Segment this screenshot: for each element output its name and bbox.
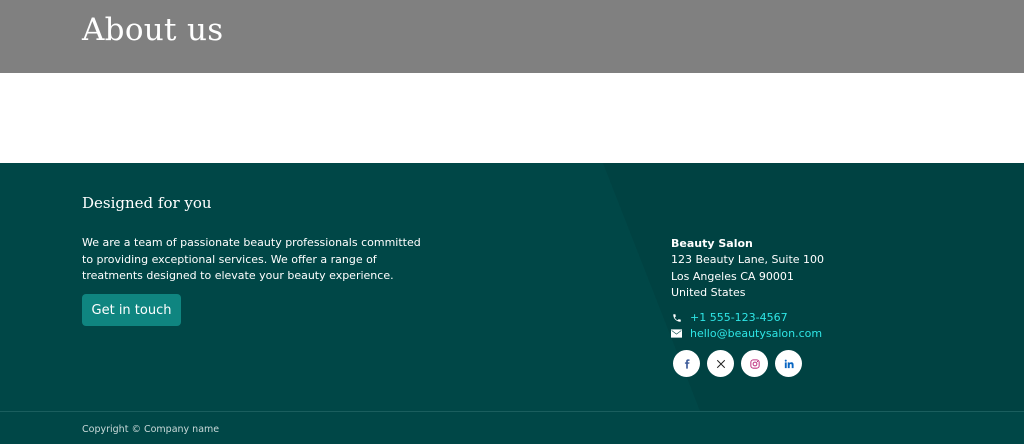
page-title: About us: [82, 12, 224, 48]
page-hero: About us: [0, 0, 1024, 73]
facebook-button[interactable]: [673, 350, 700, 377]
address-block: Beauty Salon 123 Beauty Lane, Suite 100 …: [671, 236, 824, 301]
facebook-icon: [684, 358, 689, 369]
phone-icon: [671, 312, 682, 323]
footer-divider: [0, 411, 1024, 412]
envelope-icon: [671, 328, 682, 339]
phone-row: +1 555-123-4567: [671, 311, 788, 324]
copyright-text: Copyright © Company name: [82, 424, 220, 435]
address-line: 123 Beauty Lane, Suite 100: [671, 253, 825, 267]
social-links: [673, 350, 802, 377]
x-twitter-icon: [716, 359, 725, 368]
site-footer: Designed for you We are a team of passio…: [0, 163, 1024, 444]
linkedin-button[interactable]: [775, 350, 802, 377]
content-area: [0, 73, 1024, 163]
linkedin-icon: [784, 359, 794, 368]
email-row: hello@beautysalon.com: [671, 327, 822, 340]
footer-heading: Designed for you: [82, 194, 212, 212]
footer-description: We are a team of passionate beauty profe…: [82, 236, 421, 282]
x-twitter-button[interactable]: [707, 350, 734, 377]
address-line: Los Angeles CA 90001: [671, 269, 794, 283]
phone-link[interactable]: +1 555-123-4567: [690, 311, 788, 324]
business-name: Beauty Salon: [671, 237, 753, 250]
email-link[interactable]: hello@beautysalon.com: [690, 327, 822, 340]
address-line: United States: [671, 285, 746, 299]
instagram-button[interactable]: [741, 350, 768, 377]
instagram-icon: [749, 358, 760, 369]
get-in-touch-button[interactable]: Get in touch: [82, 294, 181, 326]
